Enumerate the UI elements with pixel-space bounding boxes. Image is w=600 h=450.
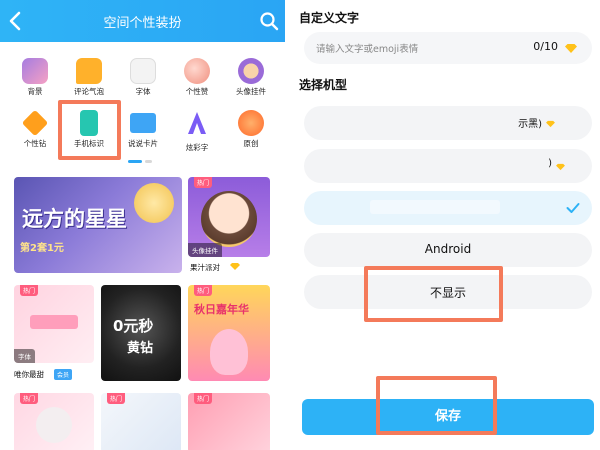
bear-card[interactable]: 热门 — [14, 393, 94, 450]
avatar-image — [201, 191, 257, 247]
category-label: 个性钻 — [23, 139, 47, 148]
category-original[interactable]: 原创 — [224, 110, 278, 149]
banner-card[interactable]: 远方的星星 第2套1元 — [14, 177, 182, 273]
category-label: 炫彩字 — [185, 143, 209, 152]
page-indicator — [128, 160, 158, 164]
category-background[interactable]: 背景 — [8, 58, 62, 97]
hot-tag: 热门 — [194, 177, 213, 188]
diamond-badge-icon — [230, 263, 240, 270]
category-tag: 头像挂件 — [188, 243, 222, 257]
diamond-badge-icon — [565, 44, 577, 53]
category-label: 评论气泡 — [74, 87, 104, 96]
original-icon — [238, 110, 264, 136]
category-colorful-text[interactable]: 炫彩字 — [170, 110, 224, 153]
hot-tag: 热门 — [107, 393, 126, 404]
yellow-diamond-card[interactable]: 0元秒 黄钻 — [101, 285, 181, 381]
custom-text-input[interactable]: 请输入文字或emoji表情 0/10 — [304, 32, 592, 64]
category-label: 说说卡片 — [128, 139, 158, 148]
hot-tag: 热门 — [194, 285, 213, 296]
festival-card[interactable]: 热门 秋日嘉年华 — [188, 285, 270, 381]
character-image — [210, 329, 248, 375]
font-card[interactable]: 热门 字体 — [14, 285, 94, 363]
vip-badge: 会员 — [54, 369, 73, 380]
calligraphy-card[interactable]: 热门 — [101, 393, 181, 450]
category-label: 字体 — [135, 87, 151, 96]
hot-tag: 热门 — [20, 285, 39, 296]
colorful-text-icon — [188, 112, 206, 134]
category-diamond[interactable]: 个性钻 — [8, 109, 62, 149]
category-status-card[interactable]: 说说卡片 — [116, 110, 170, 149]
model-option[interactable]: 示黑) — [304, 106, 592, 140]
diamond-badge-icon — [556, 163, 565, 171]
char-counter: 0/10 — [533, 40, 558, 53]
category-label: 头像挂件 — [236, 87, 266, 96]
top-header: 空间个性装扮 — [0, 0, 285, 42]
custom-text-title: 自定义文字 — [299, 11, 360, 25]
bear-image — [36, 407, 72, 443]
background-icon — [22, 58, 48, 84]
option-label-redacted — [370, 200, 500, 214]
check-icon — [566, 203, 580, 213]
model-option-selected[interactable] — [304, 191, 592, 225]
category-label: 原创 — [243, 139, 259, 148]
avatar-pendant-icon — [238, 58, 264, 84]
category-avatar-pendant[interactable]: 头像挂件 — [224, 58, 278, 97]
card-caption: 果汁派对 — [190, 263, 220, 272]
model-title: 选择机型 — [299, 78, 348, 92]
highlight-box — [376, 376, 497, 435]
font-icon — [130, 58, 156, 84]
option-label: ) — [548, 158, 552, 169]
pink-card[interactable]: 热门 — [188, 393, 270, 450]
option-label: 示黑) — [518, 119, 542, 130]
page-title: 空间个性装扮 — [103, 16, 182, 31]
hot-tag: 热门 — [20, 393, 39, 404]
category-font[interactable]: 字体 — [116, 58, 170, 97]
like-icon — [184, 58, 210, 84]
option-label: Android — [424, 242, 472, 256]
banner-title: 远方的星星 — [22, 206, 127, 231]
moon-icon — [134, 183, 174, 223]
search-icon[interactable] — [259, 11, 279, 31]
screenshot-root: 空间个性装扮 背景 评论气泡 字体 个性赞 头像挂件 个性钻 手机标识 说说卡片… — [0, 0, 600, 450]
model-option[interactable]: ) — [304, 149, 592, 183]
category-like[interactable]: 个性赞 — [170, 58, 224, 97]
diamond-badge-icon — [546, 120, 555, 128]
model-option-android[interactable]: Android — [304, 233, 592, 267]
input-placeholder: 请输入文字或emoji表情 — [316, 44, 419, 55]
category-tag: 字体 — [14, 349, 35, 363]
phone-tag-settings: 自定义文字 请输入文字或emoji表情 0/10 选择机型 示黑) ) Andr… — [290, 0, 600, 450]
avatar-pendant-card[interactable]: 热门 头像挂件 — [188, 177, 270, 257]
highlight-box — [58, 100, 121, 160]
diamond-icon — [21, 109, 49, 137]
category-label: 个性赞 — [185, 87, 209, 96]
decor-store-screen: 空间个性装扮 背景 评论气泡 字体 个性赞 头像挂件 个性钻 手机标识 说说卡片… — [0, 0, 285, 450]
highlight-box — [364, 266, 503, 322]
card-title: 秋日嘉年华 — [194, 303, 249, 316]
font-preview — [30, 315, 78, 329]
hot-tag: 热门 — [194, 393, 213, 404]
status-card-icon — [130, 113, 156, 133]
card-title: 0元秒 — [113, 317, 154, 335]
banner-subtitle: 第2套1元 — [20, 243, 64, 254]
category-label: 背景 — [27, 87, 43, 96]
category-comment-bubble[interactable]: 评论气泡 — [62, 58, 116, 97]
comment-bubble-icon — [76, 58, 102, 84]
card-caption: 唯你最甜 — [14, 370, 44, 379]
card-subtitle: 黄钻 — [127, 341, 154, 356]
